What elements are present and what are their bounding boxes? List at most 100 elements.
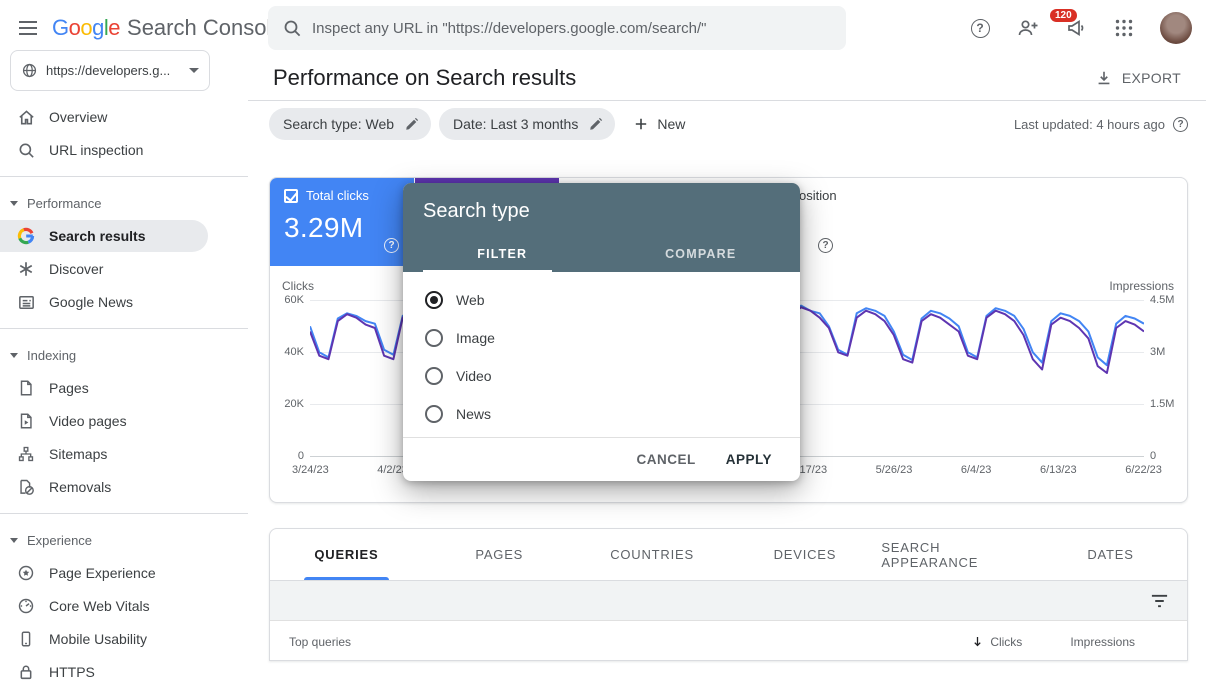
product-name: Search Console	[127, 15, 284, 41]
home-icon	[16, 108, 36, 127]
dialog-footer: CANCEL APPLY	[403, 437, 800, 481]
pages-icon	[16, 379, 36, 397]
sidebar-divider	[0, 176, 248, 177]
notification-badge: 120	[1050, 9, 1077, 22]
column-impressions[interactable]: Impressions	[1070, 635, 1135, 649]
core-web-vitals-icon	[16, 597, 36, 615]
url-inspect-searchbox[interactable]	[268, 6, 846, 50]
sidebar-item-video-pages[interactable]: Video pages	[0, 405, 248, 437]
dialog-tab[interactable]: FILTER	[403, 236, 602, 272]
help-icon[interactable]: ?	[1173, 117, 1188, 132]
sidebar-item-google-news[interactable]: Google News	[0, 286, 248, 318]
topbar: Google Search Console ? 120	[0, 0, 1206, 56]
sidebar-item-mobile-usability[interactable]: Mobile Usability	[0, 623, 248, 655]
sidebar-divider	[0, 328, 248, 329]
sidebar-item-removals[interactable]: Removals	[0, 471, 248, 503]
dimension-tab[interactable]: DEVICES	[728, 529, 881, 580]
sidebar-section-performance[interactable]: Performance	[0, 187, 248, 219]
property-url: https://developers.g...	[46, 63, 189, 78]
sidebar-section-indexing[interactable]: Indexing	[0, 339, 248, 371]
sidebar-item-core-web-vitals[interactable]: Core Web Vitals	[0, 590, 248, 622]
sidebar: Overview URL inspection Performance Sear…	[0, 100, 248, 661]
dimension-tab[interactable]: SEARCH APPEARANCE	[881, 529, 1034, 580]
sidebar-item-page-experience[interactable]: Page Experience	[0, 557, 248, 589]
edit-pencil-icon	[404, 117, 419, 132]
url-inspection-icon	[16, 141, 36, 160]
google-logo: Google	[52, 15, 120, 41]
collapse-caret-icon	[10, 538, 18, 543]
radio-icon	[425, 329, 443, 347]
search-type-option[interactable]: Web	[403, 281, 800, 319]
search-type-option[interactable]: Image	[403, 319, 800, 357]
avatar[interactable]	[1160, 12, 1192, 44]
page-experience-icon	[16, 564, 36, 582]
apply-button[interactable]: APPLY	[726, 452, 772, 467]
sidebar-section-experience[interactable]: Experience	[0, 524, 248, 556]
dialog-tabs: FILTERCOMPARE	[403, 236, 800, 272]
video-pages-icon	[16, 412, 36, 430]
sidebar-item-discover[interactable]: Discover	[0, 253, 248, 285]
export-button[interactable]: EXPORT	[1095, 69, 1181, 87]
apps-grid-icon[interactable]	[1112, 16, 1136, 40]
filter-bar: Search type: Web Date: Last 3 months New…	[269, 108, 1188, 140]
announcements-icon[interactable]: 120	[1064, 16, 1088, 40]
lock-icon	[16, 663, 36, 681]
search-icon	[282, 18, 302, 38]
sidebar-item-overview[interactable]: Overview	[0, 101, 248, 133]
page-header: Performance on Search results EXPORT	[248, 56, 1206, 101]
google-g-icon	[16, 227, 36, 245]
add-user-icon[interactable]	[1016, 16, 1040, 40]
help-icon[interactable]: ?	[968, 16, 992, 40]
dialog-body: Web Image Video News	[403, 272, 800, 433]
search-type-option[interactable]: News	[403, 395, 800, 433]
radio-icon	[425, 291, 443, 309]
right-axis-ticks: 4.5M3M1.5M0	[1150, 290, 1195, 456]
news-icon	[16, 293, 36, 312]
dimensions-table-card: QUERIESPAGESCOUNTRIESDEVICESSEARCH APPEA…	[269, 528, 1188, 661]
page-title: Performance on Search results	[273, 65, 576, 91]
checkbox-checked-icon[interactable]	[284, 189, 298, 203]
search-type-chip[interactable]: Search type: Web	[269, 108, 431, 140]
date-range-chip[interactable]: Date: Last 3 months	[439, 108, 615, 140]
sitemaps-icon	[16, 445, 36, 463]
app-logo[interactable]: Google Search Console	[52, 15, 284, 41]
help-icon[interactable]: ?	[818, 238, 833, 253]
collapse-caret-icon	[10, 201, 18, 206]
table-header-row: Top queries Clicks Impressions	[270, 621, 1187, 661]
help-icon[interactable]: ?	[384, 238, 399, 253]
filter-icon[interactable]	[1150, 593, 1169, 609]
dialog-header: Search type FILTERCOMPARE	[403, 183, 800, 272]
dimension-tab[interactable]: QUERIES	[270, 529, 423, 580]
dialog-title: Search type	[423, 200, 780, 223]
dimension-tab[interactable]: COUNTRIES	[576, 529, 729, 580]
dialog-tab[interactable]: COMPARE	[602, 236, 801, 272]
menu-icon[interactable]	[8, 8, 48, 48]
topbar-actions: ? 120	[968, 0, 1192, 56]
new-filter-button[interactable]: New	[623, 108, 695, 140]
chevron-down-icon	[189, 68, 199, 73]
sidebar-item-sitemaps[interactable]: Sitemaps	[0, 438, 248, 470]
sidebar-item-search-results[interactable]: Search results	[0, 220, 208, 252]
edit-pencil-icon	[588, 117, 603, 132]
last-updated: Last updated: 4 hours ago ?	[1014, 117, 1188, 132]
table-toolbar	[270, 581, 1187, 621]
dimension-tab[interactable]: PAGES	[423, 529, 576, 580]
dimension-tabs: QUERIESPAGESCOUNTRIESDEVICESSEARCH APPEA…	[270, 529, 1187, 581]
globe-icon	[21, 62, 38, 79]
sidebar-divider	[0, 513, 248, 514]
sidebar-item-url-inspection[interactable]: URL inspection	[0, 134, 248, 166]
radio-icon	[425, 367, 443, 385]
search-type-dialog: Search type FILTERCOMPARE Web Image Vide…	[403, 183, 800, 481]
cancel-button[interactable]: CANCEL	[636, 452, 695, 467]
removals-icon	[16, 478, 36, 496]
search-input[interactable]	[312, 20, 832, 37]
column-clicks[interactable]: Clicks	[971, 635, 1022, 649]
collapse-caret-icon	[10, 353, 18, 358]
column-top-queries: Top queries	[289, 635, 351, 649]
dimension-tab[interactable]: DATES	[1034, 529, 1187, 580]
total-clicks-card[interactable]: Total clicks 3.29M ?	[270, 178, 414, 266]
sidebar-item-pages[interactable]: Pages	[0, 372, 248, 404]
download-icon	[1095, 69, 1113, 87]
property-selector[interactable]: https://developers.g...	[10, 50, 210, 91]
search-type-option[interactable]: Video	[403, 357, 800, 395]
